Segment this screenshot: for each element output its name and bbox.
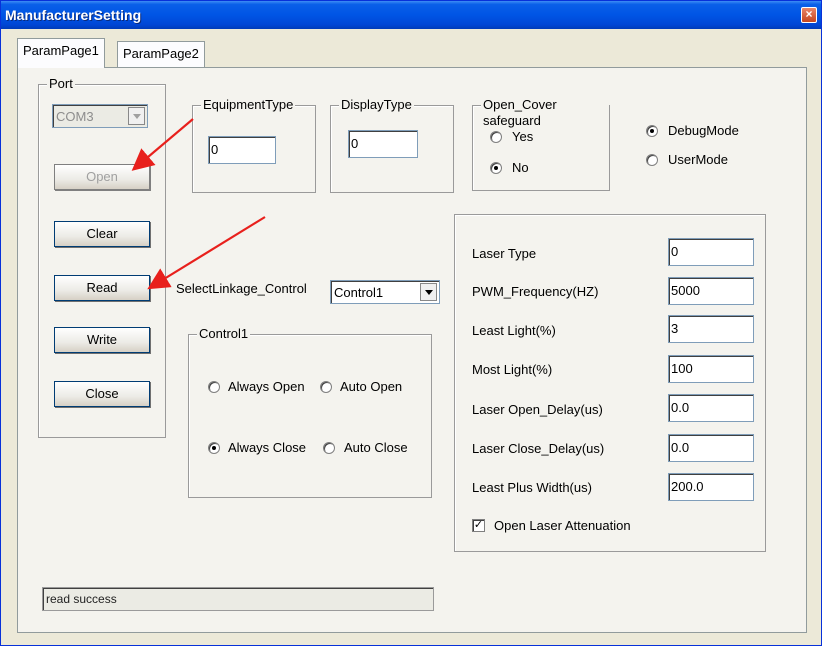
manufacturer-setting-window: ManufacturerSetting × ParamPage1 ParamPa…	[0, 0, 822, 646]
close-button[interactable]: Close	[54, 381, 150, 407]
port-legend: Port	[47, 76, 75, 92]
user-mode-radio[interactable]	[646, 154, 658, 166]
open-button[interactable]: Open	[54, 164, 150, 190]
auto-close-label: Auto Close	[344, 440, 408, 455]
read-button[interactable]: Read	[54, 275, 150, 301]
status-bar: read success	[42, 587, 434, 611]
equipment-type-input[interactable]: 0	[208, 136, 276, 164]
least-light-input[interactable]: 3	[668, 315, 754, 343]
com-port-value: COM3	[56, 109, 94, 124]
least-plus-width-label: Least Plus Width(us)	[472, 480, 592, 495]
laser-open-delay-input[interactable]: 0.0	[668, 394, 754, 422]
linkage-control-value: Control1	[334, 285, 384, 300]
laser-close-delay-label: Laser Close_Delay(us)	[472, 441, 605, 456]
open-cover-group: Open_Cover safeguard	[472, 97, 610, 191]
window-title: ManufacturerSetting	[5, 7, 142, 23]
always-close-label: Always Close	[228, 440, 307, 455]
laser-type-label: Laser Type	[472, 246, 537, 261]
chevron-down-icon[interactable]	[128, 107, 145, 125]
always-close-radio[interactable]	[208, 442, 220, 454]
close-icon[interactable]: ×	[801, 7, 817, 23]
tab-label: ParamPage2	[123, 46, 199, 61]
linkage-control-select[interactable]: Control1	[330, 280, 440, 304]
control1-legend: Control1	[197, 326, 251, 342]
auto-close-radio[interactable]	[323, 442, 335, 454]
clear-button[interactable]: Clear	[54, 221, 150, 247]
user-mode-label: UserMode	[668, 152, 728, 167]
always-open-radio[interactable]	[208, 381, 220, 393]
write-button[interactable]: Write	[54, 327, 150, 353]
debug-mode-label: DebugMode	[668, 123, 739, 138]
open-cover-legend: Open_Cover safeguard	[481, 97, 609, 129]
debug-mode-radio[interactable]	[646, 125, 658, 137]
title-bar: ManufacturerSetting ×	[1, 1, 821, 29]
com-port-select[interactable]: COM3	[52, 104, 148, 128]
most-light-input[interactable]: 100	[668, 355, 754, 383]
laser-open-delay-label: Laser Open_Delay(us)	[472, 402, 603, 417]
tab-panel: Port COM3 Open Clear Read Write Close Eq…	[17, 67, 807, 633]
display-type-input[interactable]: 0	[348, 130, 418, 158]
least-plus-width-input[interactable]: 200.0	[668, 473, 754, 501]
laser-close-delay-input[interactable]: 0.0	[668, 434, 754, 462]
tab-parampage1[interactable]: ParamPage1	[17, 38, 105, 68]
laser-attenuation-checkbox[interactable]: ✓	[472, 519, 485, 532]
auto-open-radio[interactable]	[320, 381, 332, 393]
open-cover-yes-radio[interactable]	[490, 131, 502, 143]
pwm-frequency-label: PWM_Frequency(HZ)	[472, 284, 599, 299]
equipment-type-legend: EquipmentType	[201, 97, 296, 113]
open-cover-no-label: No	[512, 160, 529, 175]
display-type-legend: DisplayType	[339, 97, 414, 113]
most-light-label: Most Light(%)	[472, 362, 553, 377]
auto-open-label: Auto Open	[340, 379, 403, 394]
pwm-frequency-input[interactable]: 5000	[668, 277, 754, 305]
open-cover-yes-label: Yes	[512, 129, 534, 144]
always-open-label: Always Open	[228, 379, 305, 394]
tab-parampage2[interactable]: ParamPage2	[117, 41, 205, 67]
open-cover-no-radio[interactable]	[490, 162, 502, 174]
least-light-label: Least Light(%)	[472, 323, 556, 338]
chevron-down-icon[interactable]	[420, 283, 437, 301]
tab-label: ParamPage1	[23, 43, 99, 58]
select-linkage-label: SelectLinkage_Control	[176, 281, 307, 296]
laser-attenuation-label: Open Laser Attenuation	[494, 518, 631, 533]
laser-type-input[interactable]: 0	[668, 238, 754, 266]
control1-group: Control1	[188, 326, 432, 498]
